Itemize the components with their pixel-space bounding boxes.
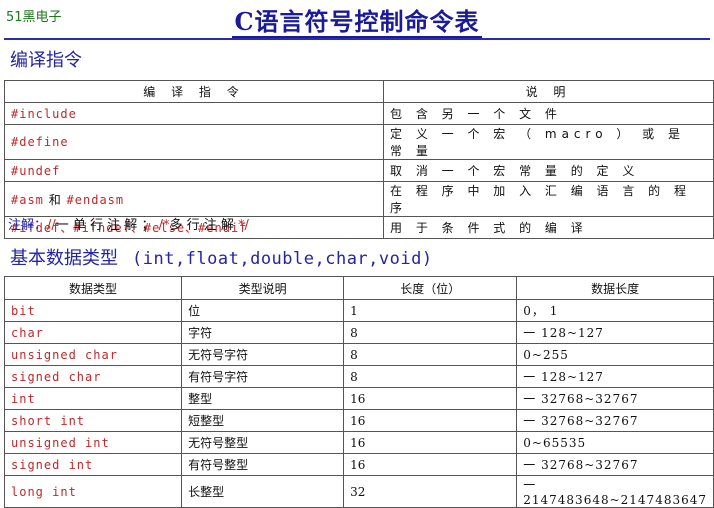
type-cell: short int [3, 409, 183, 432]
type-desc-cell: 短整型 [181, 409, 345, 432]
page-title: C语言符号控制命令表 [0, 2, 714, 38]
type-cell: char [3, 321, 183, 344]
description-cell: 包 含 另 一 个 文 件 [383, 102, 714, 125]
table-row: #undef 取 消 一 个 宏 常 量 的 定 义 [4, 159, 714, 182]
type-cell: signed char [3, 365, 183, 388]
range-cell: 0~255 [516, 343, 714, 366]
table-row: char 字符 8 一 128~127 [3, 321, 714, 344]
table-row: long int 长整型 32 一2147483648~2147483647 [3, 475, 714, 508]
bits-cell: 1 [343, 299, 518, 322]
multi-comment-text: 多 行 注 解 [169, 218, 239, 233]
datatypes-table-body: bit 位 1 0， 1 char 字符 8 一 128~127 unsigned char 无符… [3, 299, 714, 508]
type-cell: signed int [3, 453, 183, 476]
range-cell: 0， 1 [516, 299, 714, 322]
range-cell: 一 32768~32767 [516, 409, 714, 432]
type-desc-cell: 无符号字符 [181, 343, 345, 366]
column-header-description: 说 明 [383, 80, 714, 103]
table-row: int 整型 16 一 32768~32767 [3, 387, 714, 410]
range-cell: 一 128~127 [516, 321, 714, 344]
bits-cell: 32 [343, 475, 518, 508]
datatypes-table: 数据类型 类型说明 长度（位） 数据长度 bit 位 1 0， 1 char 字符 8 一 1… [3, 276, 714, 508]
type-cell: int [3, 387, 183, 410]
type-desc-cell: 无符号整型 [181, 431, 345, 454]
type-desc-cell: 整型 [181, 387, 345, 410]
bits-cell: 16 [343, 453, 518, 476]
column-header-type: 数据类型 [3, 276, 183, 300]
title-divider [4, 38, 710, 40]
range-cell: 一 32768~32767 [516, 387, 714, 410]
table-header-row: 编 译 指 令 说 明 [4, 80, 714, 103]
multi-comment-close: */ [238, 218, 249, 233]
range-cell: 一 32768~32767 [516, 453, 714, 476]
type-desc-cell: 有符号字符 [181, 365, 345, 388]
table-row: unsigned int 无符号整型 16 0~65535 [3, 431, 714, 454]
table-row: unsigned char 无符号字符 8 0~255 [3, 343, 714, 366]
directive-cell: #define [4, 124, 384, 160]
type-desc-cell: 有符号整型 [181, 453, 345, 476]
type-desc-cell: 长整型 [181, 475, 345, 508]
description-cell: 取 消 一 个 宏 常 量 的 定 义 [383, 159, 714, 182]
directive-cell: #include [4, 102, 384, 125]
table-row: short int 短整型 16 一 32768~32767 [3, 409, 714, 432]
bits-cell: 8 [343, 343, 518, 366]
bits-cell: 16 [343, 431, 518, 454]
column-header-bits: 长度（位） [343, 276, 518, 300]
directive-cell: #asm 和 #endasm [4, 181, 384, 217]
table-row: signed char 有符号字符 8 一 128~127 [3, 365, 714, 388]
directive-joiner: 和 [43, 192, 67, 207]
table-header-row: 数据类型 类型说明 长度（位） 数据长度 [3, 276, 714, 300]
type-cell: unsigned char [3, 343, 183, 366]
note-label: 注解： [8, 218, 48, 233]
table-row: #asm 和 #endasm 在 程 序 中 加 入 汇 编 语 言 的 程 序 [4, 181, 714, 217]
column-header-type-desc: 类型说明 [181, 276, 345, 300]
bits-cell: 8 [343, 365, 518, 388]
multi-comment-open: /* [158, 218, 170, 233]
description-cell: 定 义 一 个 宏 （ macro ） 或 是 常 量 [383, 124, 714, 160]
column-header-directive: 编 译 指 令 [4, 80, 384, 103]
section-heading-directives: 编译指令 [10, 50, 82, 71]
page-title-text: C语言符号控制命令表 [232, 7, 482, 38]
single-comment-text: 一 单 行 注 解 ； [55, 218, 155, 233]
description-cell: 用 于 条 件 式 的 编 译 [383, 216, 714, 239]
bits-cell: 8 [343, 321, 518, 344]
directive-cell: #undef [4, 159, 384, 182]
table-row: signed int 有符号整型 16 一 32768~32767 [3, 453, 714, 476]
directive-endasm: #endasm [66, 192, 125, 207]
range-cell: 一2147483648~2147483647 [516, 475, 714, 508]
datatypes-heading-text: 基本数据类型 [10, 248, 118, 269]
table-row: #define 定 义 一 个 宏 （ macro ） 或 是 常 量 [4, 124, 714, 160]
type-desc-cell: 位 [181, 299, 345, 322]
directive-asm: #asm [11, 192, 44, 207]
description-cell: 在 程 序 中 加 入 汇 编 语 言 的 程 序 [383, 181, 714, 217]
table-row: #include 包 含 另 一 个 文 件 [4, 102, 714, 125]
type-desc-cell: 字符 [181, 321, 345, 344]
type-cell: bit [3, 299, 183, 322]
bits-cell: 16 [343, 387, 518, 410]
single-comment-mark: // [47, 218, 56, 233]
type-cell: unsigned int [3, 431, 183, 454]
datatypes-list: (int,float,double,char,void) [132, 249, 433, 269]
section-heading-datatypes: 基本数据类型 (int,float,double,char,void) [10, 244, 433, 270]
type-cell: long int [3, 475, 183, 508]
column-header-range: 数据长度 [516, 276, 714, 300]
bits-cell: 16 [343, 409, 518, 432]
range-cell: 0~65535 [516, 431, 714, 454]
range-cell: 一 128~127 [516, 365, 714, 388]
table-row: bit 位 1 0， 1 [3, 299, 714, 322]
comment-note: 注解：//一 单 行 注 解 ； /*多 行 注 解 */ [8, 214, 249, 233]
